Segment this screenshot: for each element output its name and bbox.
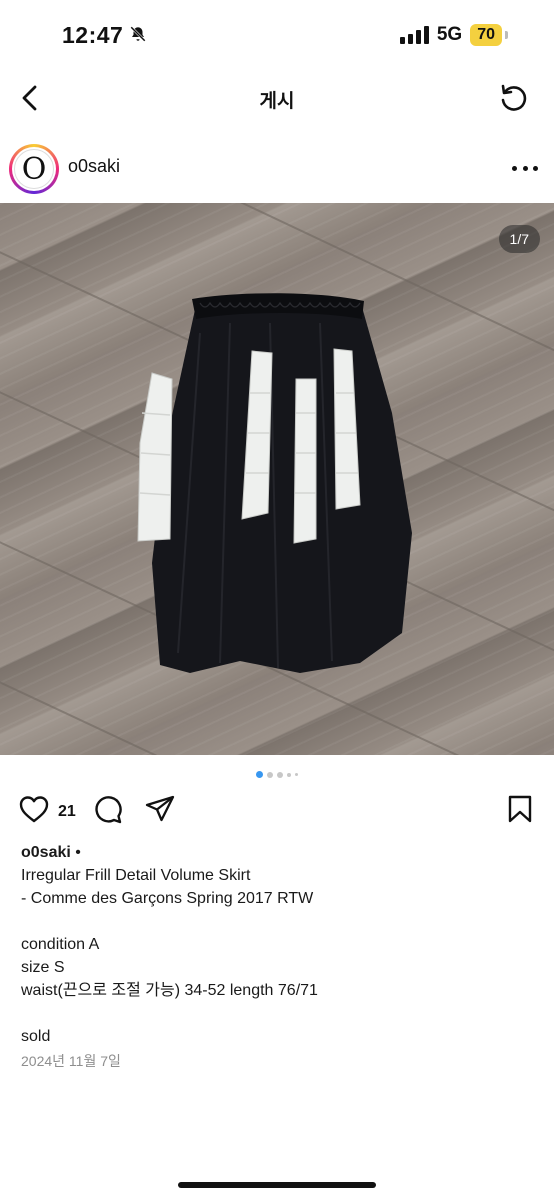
status-bar: 12:47 5G 70 bbox=[0, 0, 554, 76]
avatar-story-ring[interactable]: O bbox=[9, 144, 59, 194]
avatar[interactable]: O bbox=[14, 149, 54, 189]
caption-line bbox=[21, 910, 541, 933]
post-photo[interactable]: 1/7 bbox=[0, 203, 554, 755]
bookmark-icon bbox=[506, 794, 534, 829]
skirt-photo-illustration bbox=[0, 203, 554, 755]
battery-tip bbox=[505, 31, 508, 39]
caption-line: size S bbox=[21, 959, 65, 976]
more-dots-icon bbox=[512, 165, 517, 171]
caption-line: condition A bbox=[21, 936, 100, 953]
heart-icon bbox=[18, 794, 50, 829]
like-count: 21 bbox=[58, 802, 76, 820]
status-time: 12:47 bbox=[62, 22, 147, 49]
signal-icon bbox=[399, 26, 429, 44]
send-icon bbox=[144, 794, 176, 829]
post-username[interactable]: o0saki bbox=[68, 156, 120, 177]
page-title: 게시 bbox=[259, 90, 295, 112]
post-caption: o0saki • Irregular Frill Detail Volume S… bbox=[21, 841, 541, 1073]
status-indicators: 5G 70 bbox=[399, 24, 508, 46]
caption-line: waist(끈으로 조절 가능) 34-52 length 76/71 bbox=[21, 982, 318, 999]
bell-slash-icon bbox=[129, 22, 147, 49]
carousel-dot-active bbox=[256, 771, 263, 778]
caption-line: sold bbox=[21, 1028, 51, 1045]
home-indicator[interactable] bbox=[178, 1182, 376, 1188]
post-header: O o0saki bbox=[0, 138, 554, 198]
carousel-dot bbox=[277, 771, 283, 778]
comment-button[interactable] bbox=[92, 794, 124, 829]
caption-line: Irregular Frill Detail Volume Skirt bbox=[21, 867, 251, 884]
photo-counter: 1/7 bbox=[498, 225, 540, 253]
caption-separator: • bbox=[70, 844, 81, 861]
like-button[interactable]: 21 bbox=[18, 794, 76, 829]
caption-line: - Comme des Garçons Spring 2017 RTW bbox=[21, 890, 314, 907]
save-button[interactable] bbox=[506, 794, 534, 829]
caption-username[interactable]: o0saki bbox=[21, 844, 71, 861]
carousel-dot bbox=[295, 773, 298, 776]
clock-text: 12:47 bbox=[62, 22, 124, 48]
comment-icon bbox=[92, 794, 124, 829]
carousel-dot bbox=[267, 771, 273, 778]
post-actions: 21 bbox=[0, 790, 554, 830]
battery-icon: 70 bbox=[470, 24, 502, 46]
carousel-dots bbox=[0, 771, 554, 778]
refresh-button[interactable] bbox=[494, 81, 532, 119]
post-date: 2024년 11월 7일 bbox=[21, 1053, 121, 1069]
nav-bar: 게시 bbox=[0, 76, 554, 124]
caption-line bbox=[21, 1002, 541, 1025]
caption-header: o0saki • bbox=[21, 841, 541, 864]
refresh-icon bbox=[498, 83, 528, 118]
carousel-dot bbox=[287, 772, 291, 777]
share-button[interactable] bbox=[144, 794, 176, 829]
more-options-button[interactable] bbox=[512, 156, 538, 180]
network-label: 5G bbox=[436, 24, 463, 45]
